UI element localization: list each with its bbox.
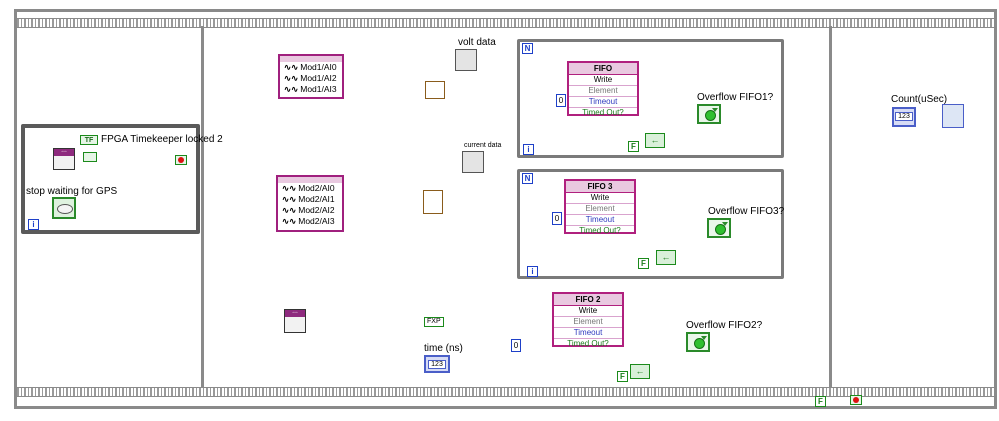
outer-false-constant: F <box>815 396 826 407</box>
fifo3-feedback-node: ← <box>656 250 676 265</box>
fifo1-timeout-constant: 0 <box>556 94 566 107</box>
fifo1-write-node: FIFO Write Element Timeout Timed Out? <box>567 61 639 117</box>
overflow-fifo2-led <box>686 332 710 352</box>
fifo2-feedback-node: ← <box>630 364 650 379</box>
fifo3-loop-count: N <box>522 173 533 184</box>
fifo2-timeout-constant: 0 <box>511 339 521 352</box>
outer-stop-condition <box>850 395 862 405</box>
ai-channel-mod1-3: ∿∿ Mod1/AI3 <box>284 84 337 94</box>
fifo1-method: Write <box>569 75 637 86</box>
time-ns-value-box: 123 <box>428 360 446 369</box>
overflow-fifo3-led <box>707 218 731 238</box>
fifo1-timeout: Timeout <box>569 97 637 108</box>
build-array-1 <box>425 81 445 99</box>
current-data-indicator <box>462 151 484 173</box>
overflow-fifo1-label: Overflow FIFO1? <box>697 92 774 103</box>
fifo2-timed-out: Timed Out? <box>567 339 609 348</box>
fifo1-element: Element <box>569 86 637 97</box>
ai-node-mod1: ∿∿ Mod1/AI0 ∿∿ Mod1/AI2 ∿∿ Mod1/AI3 <box>278 54 344 99</box>
fifo1-feedback-node: ← <box>645 133 665 148</box>
current-data-label: current data <box>464 142 502 149</box>
fifo3-false-constant: F <box>638 258 649 269</box>
ai-channel-mod2-2: ∿∿ Mod2/AI2 <box>282 205 335 215</box>
overflow-fifo3-label: Overflow FIFO3? <box>708 206 785 217</box>
outer-filmstrip-top <box>17 18 994 28</box>
tick-count-header: ◦◦◦ <box>54 149 74 156</box>
fifo2-title: FIFO 2 <box>554 294 622 306</box>
frame-divider-1 <box>201 26 204 387</box>
build-array-2 <box>423 190 443 214</box>
fifo3-title: FIFO 3 <box>566 181 634 193</box>
time-ns-indicator: 123 <box>424 355 450 373</box>
ai-channel-mod2-3: ∿∿ Mod2/AI3 <box>282 216 335 226</box>
tick-count-node-2: ◦◦◦ <box>284 309 306 333</box>
fifo2-timeout: Timeout <box>554 328 622 339</box>
stop-condition-1 <box>175 155 187 165</box>
tf-constant: TF <box>80 135 98 145</box>
loop-iteration-terminal: i <box>28 219 39 230</box>
fifo2-write-node: FIFO 2 Write Element Timeout Timed Out? <box>552 292 624 348</box>
fifo1-title: FIFO <box>569 63 637 75</box>
fifo1-false-constant: F <box>628 141 639 152</box>
fifo3-loop-iteration: i <box>527 266 538 277</box>
tick-count-node-2-header: ◦◦◦ <box>285 310 305 317</box>
outer-filmstrip-bottom <box>17 387 994 397</box>
overflow-fifo2-label: Overflow FIFO2? <box>686 320 763 331</box>
fifo3-write-node: FIFO 3 Write Element Timeout Timed Out? <box>564 179 636 235</box>
fifo1-loop-count: N <box>522 43 533 54</box>
ai-channel-mod1-0: ∿∿ Mod1/AI0 <box>284 62 337 72</box>
overflow-fifo3-led-arrow <box>722 222 728 226</box>
timekeeper-boolean-constant <box>83 152 97 162</box>
fifo2-element: Element <box>554 317 622 328</box>
volt-data-label: volt data <box>458 37 496 48</box>
fpga-timekeeper-label: FPGA Timekeeper locked 2 <box>101 134 223 145</box>
ai-channel-mod2-1: ∿∿ Mod2/AI1 <box>282 194 335 204</box>
fifo3-element: Element <box>566 204 634 215</box>
fxp-conversion: FXP <box>424 317 444 327</box>
wait-timer-node <box>942 104 964 128</box>
stop-waiting-button[interactable] <box>52 197 76 219</box>
fifo3-timed-out: Timed Out? <box>579 226 621 235</box>
fifo3-timeout-constant: 0 <box>552 212 562 225</box>
tick-count-node-1: ◦◦◦ <box>53 148 75 170</box>
ai-channel-mod2-0: ∿∿ Mod2/AI0 <box>282 183 335 193</box>
volt-data-indicator <box>455 49 477 71</box>
count-usec-value-box: 123 <box>895 112 913 121</box>
fifo2-false-constant: F <box>617 371 628 382</box>
time-ns-label: time (ns) <box>424 343 463 354</box>
overflow-fifo1-led-arrow <box>712 108 718 112</box>
overflow-fifo2-led-arrow <box>701 336 707 340</box>
fifo3-method: Write <box>566 193 634 204</box>
fifo2-method: Write <box>554 306 622 317</box>
frame-divider-2 <box>829 26 832 387</box>
fifo1-timed-out: Timed Out? <box>582 108 624 117</box>
count-usec-label: Count(uSec) <box>891 94 948 105</box>
fifo3-timeout: Timeout <box>566 215 634 226</box>
count-usec-indicator: 123 <box>892 107 916 127</box>
ai-channel-mod1-2: ∿∿ Mod1/AI2 <box>284 73 337 83</box>
stop-waiting-button-switch[interactable] <box>57 204 73 214</box>
fifo1-loop-iteration: i <box>523 144 534 155</box>
ai-node-mod2: ∿∿ Mod2/AI0 ∿∿ Mod2/AI1 ∿∿ Mod2/AI2 ∿∿ Mod2/… <box>276 175 344 232</box>
overflow-fifo1-led <box>697 104 721 124</box>
